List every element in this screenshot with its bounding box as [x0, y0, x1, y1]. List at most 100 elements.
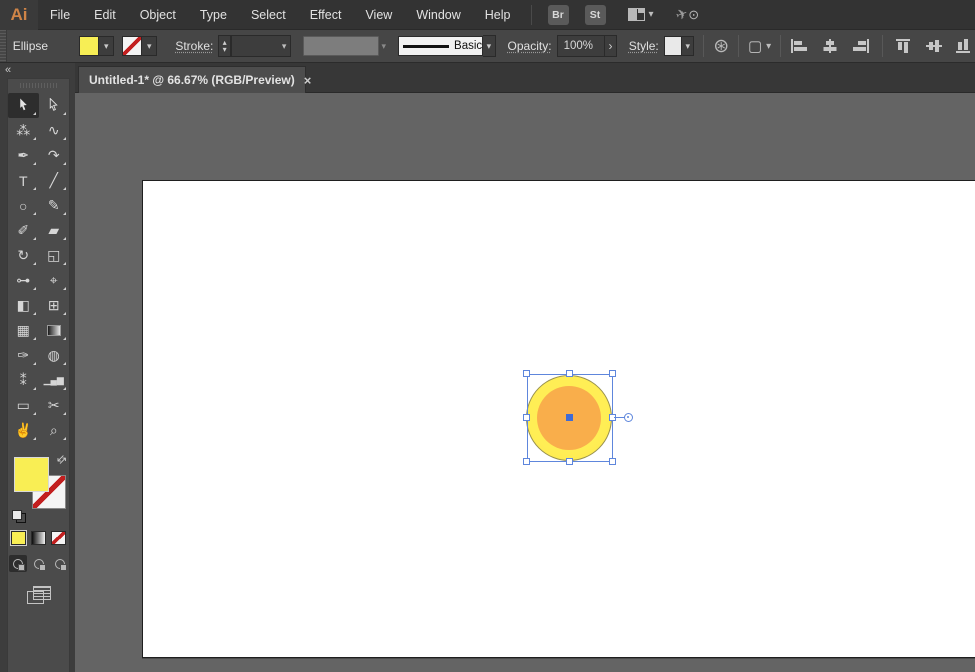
- screen-mode-control[interactable]: [8, 586, 69, 604]
- close-tab-icon[interactable]: ×: [295, 73, 321, 88]
- control-bar-separator: [780, 35, 781, 57]
- menu-type[interactable]: Type: [188, 0, 239, 30]
- mesh-tool[interactable]: ▦: [8, 318, 39, 343]
- fill-swatch[interactable]: [79, 36, 99, 56]
- line-segment-tool[interactable]: ╱: [39, 168, 70, 193]
- control-bar-grip[interactable]: [0, 30, 7, 62]
- lasso-tool[interactable]: ∿: [39, 118, 70, 143]
- gpu-performance-button[interactable]: ✈ ⊙: [676, 6, 700, 23]
- menu-edit[interactable]: Edit: [82, 0, 128, 30]
- selection-handle[interactable]: [523, 458, 530, 465]
- fill-color-control[interactable]: ▾: [79, 36, 114, 56]
- column-graph-tool[interactable]: ▁▄▆: [39, 368, 70, 393]
- stroke-weight-select[interactable]: ▾: [231, 35, 292, 57]
- stock-button[interactable]: St: [585, 5, 606, 25]
- eraser-tool[interactable]: ▰: [39, 218, 70, 243]
- fill-proxy-swatch[interactable]: [14, 457, 49, 492]
- pen-tool[interactable]: ✒: [8, 143, 39, 168]
- stroke-swatch-none[interactable]: [122, 36, 142, 56]
- shape-builder-tool[interactable]: ◧: [8, 293, 39, 318]
- opacity-expand-arrow[interactable]: ›: [605, 35, 617, 57]
- stroke-weight-stepper[interactable]: ▴▾: [218, 35, 231, 57]
- symbol-sprayer-tool[interactable]: ⁑: [8, 368, 39, 393]
- stroke-color-control[interactable]: ▾: [122, 36, 157, 56]
- bridge-button[interactable]: Br: [548, 5, 569, 25]
- zoom-tool[interactable]: ⌕: [39, 418, 70, 443]
- rotate-tool[interactable]: ↻: [8, 243, 39, 268]
- eyedropper-tool[interactable]: ✑: [8, 343, 39, 368]
- width-tool[interactable]: ⊶: [8, 268, 39, 293]
- chevron-down-icon[interactable]: ▾: [682, 36, 694, 56]
- perspective-grid-tool[interactable]: ⊞: [39, 293, 70, 318]
- swap-fill-stroke-icon[interactable]: ⇆: [54, 452, 70, 468]
- vertical-align-center-icon[interactable]: [925, 38, 945, 54]
- menu-help[interactable]: Help: [473, 0, 523, 30]
- chevron-down-icon[interactable]: ▾: [142, 36, 157, 56]
- document-tab[interactable]: Untitled-1* @ 66.67% (RGB/Preview) ×: [78, 66, 306, 93]
- horizontal-align-left-icon[interactable]: [790, 38, 810, 54]
- shape-center-point[interactable]: [566, 414, 573, 421]
- magic-wand-tool[interactable]: ⁂: [8, 118, 39, 143]
- selection-handle[interactable]: [566, 458, 573, 465]
- slice-tool[interactable]: ✂: [39, 393, 70, 418]
- gradient-button[interactable]: [31, 531, 46, 545]
- paintbrush-tool[interactable]: ✎: [39, 193, 70, 218]
- style-label[interactable]: Style:: [629, 39, 659, 53]
- mesh-tool-icon: ▦: [17, 322, 30, 339]
- hand-tool[interactable]: ✌: [8, 418, 39, 443]
- vertical-align-bottom-icon[interactable]: [955, 38, 975, 54]
- menu-select[interactable]: Select: [239, 0, 298, 30]
- change-screen-mode-icon[interactable]: [27, 586, 51, 604]
- horizontal-align-right-icon[interactable]: [850, 38, 870, 54]
- scale-tool-icon: ◱: [47, 247, 60, 264]
- menu-object[interactable]: Object: [128, 0, 188, 30]
- selection-tool[interactable]: [8, 93, 39, 118]
- ellipse-tool[interactable]: ○: [8, 193, 39, 218]
- artboard-tool[interactable]: ▭: [8, 393, 39, 418]
- vertical-align-top-icon[interactable]: [895, 38, 915, 54]
- collapse-panel-icon[interactable]: «: [5, 64, 10, 76]
- selection-handle[interactable]: [523, 370, 530, 377]
- graphic-style-swatch[interactable]: [664, 36, 682, 56]
- draw-behind-mode-button[interactable]: [30, 555, 48, 572]
- chevron-down-icon[interactable]: ▾: [649, 9, 654, 20]
- opacity-label[interactable]: Opacity:: [508, 39, 552, 53]
- selection-handle[interactable]: [523, 414, 530, 421]
- blend-tool[interactable]: ◍: [39, 343, 70, 368]
- recolor-artwork-icon[interactable]: ⊛: [713, 37, 729, 56]
- type-tool[interactable]: T: [8, 168, 39, 193]
- scale-tool[interactable]: ◱: [39, 243, 70, 268]
- chevron-down-icon[interactable]: ▾: [483, 35, 495, 57]
- default-fill-stroke-icon[interactable]: [12, 510, 26, 523]
- menu-view[interactable]: View: [353, 0, 404, 30]
- document-tab-bar: Untitled-1* @ 66.67% (RGB/Preview) ×: [75, 63, 975, 93]
- none-button[interactable]: [51, 531, 66, 545]
- workspace-switcher-icon[interactable]: [628, 8, 645, 21]
- stroke-weight-label[interactable]: Stroke:: [175, 39, 213, 53]
- color-button[interactable]: [11, 531, 26, 545]
- menu-window[interactable]: Window: [404, 0, 472, 30]
- menu-file[interactable]: File: [38, 0, 82, 30]
- draw-inside-mode-button[interactable]: [51, 555, 69, 572]
- align-buttons: [790, 35, 975, 57]
- gradient-tool[interactable]: [39, 318, 70, 343]
- direct-selection-tool[interactable]: [39, 93, 70, 118]
- menu-effect[interactable]: Effect: [298, 0, 354, 30]
- color-type-buttons: [8, 531, 69, 545]
- canvas-area[interactable]: [75, 93, 975, 672]
- isolate-object-icon[interactable]: ▢: [748, 37, 762, 55]
- selection-handle[interactable]: [609, 370, 616, 377]
- pencil-tool[interactable]: ✐: [8, 218, 39, 243]
- brush-definition-select[interactable]: Basic: [398, 36, 483, 56]
- chevron-down-icon[interactable]: ▾: [766, 41, 771, 52]
- horizontal-align-center-icon[interactable]: [820, 38, 840, 54]
- opacity-input[interactable]: 100%: [557, 35, 606, 57]
- selection-handle[interactable]: [566, 370, 573, 377]
- chevron-down-icon[interactable]: ▾: [99, 36, 114, 56]
- panel-grip[interactable]: [20, 81, 57, 90]
- draw-normal-mode-button[interactable]: [9, 555, 27, 572]
- live-shape-rotate-widget[interactable]: [624, 413, 633, 422]
- puppet-warp-tool[interactable]: ⌖: [39, 268, 70, 293]
- selection-handle[interactable]: [609, 458, 616, 465]
- curvature-tool[interactable]: ↷: [39, 143, 70, 168]
